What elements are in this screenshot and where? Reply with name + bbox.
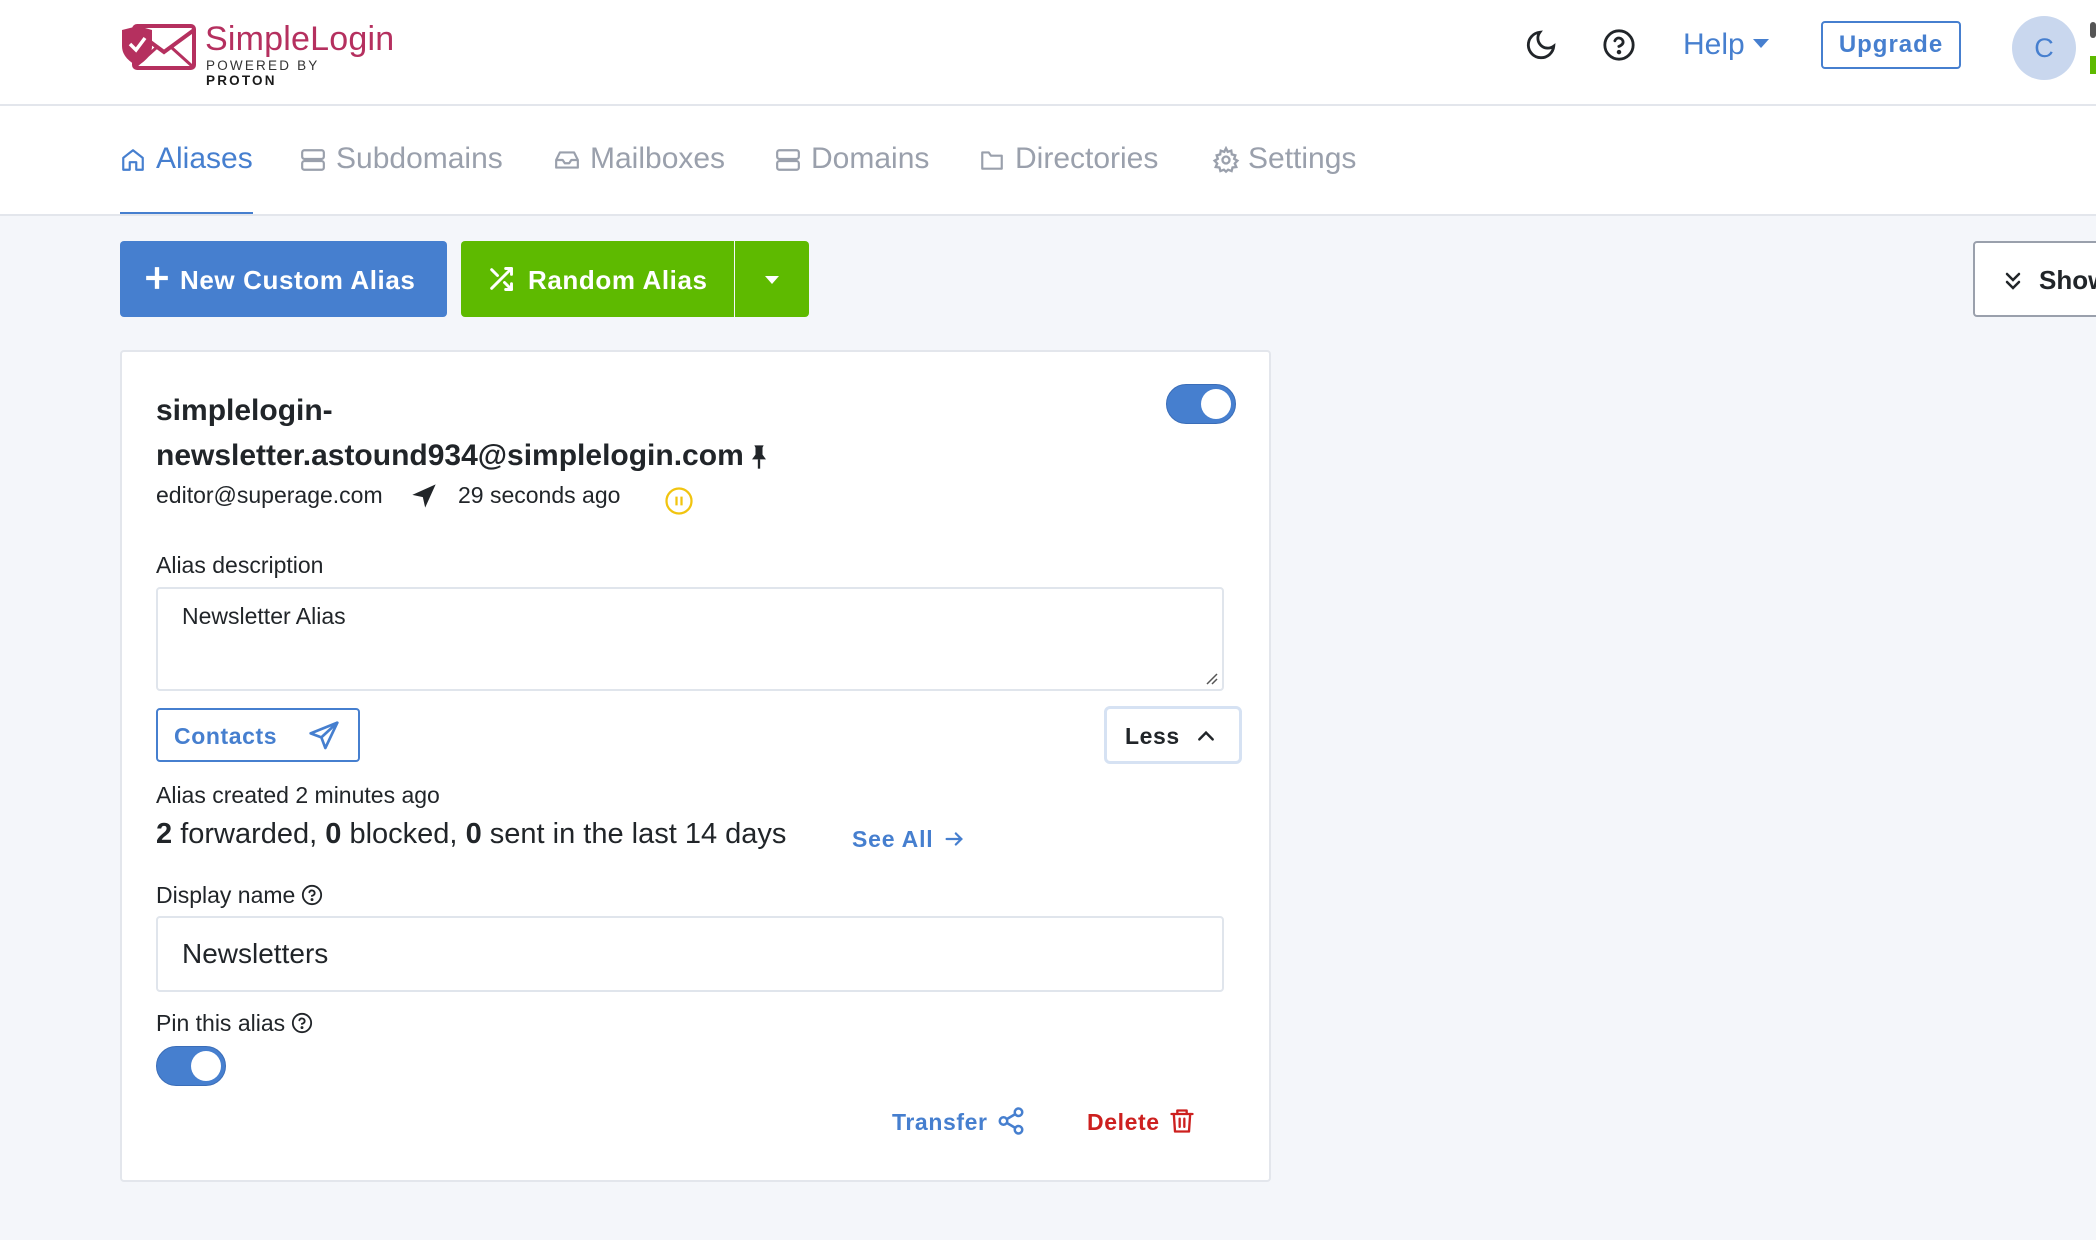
shuffle-icon xyxy=(490,267,513,291)
avatar[interactable]: C xyxy=(2012,16,2076,80)
help-dropdown[interactable]: Help xyxy=(1683,28,1769,62)
moon-icon[interactable] xyxy=(1524,28,1558,62)
brand-name: SimpleLogin xyxy=(205,20,395,58)
plus-icon xyxy=(146,267,168,289)
tab-aliases[interactable]: Aliases xyxy=(120,142,253,214)
less-button[interactable]: Less xyxy=(1104,706,1242,764)
main-tabs: Aliases Subdomains Mailboxes Domains Dir… xyxy=(0,106,2096,216)
delete-link[interactable]: Delete xyxy=(1087,1109,1196,1139)
last-activity: 29 seconds ago xyxy=(458,482,621,508)
brand-tagline: POWERED BY PROTON xyxy=(206,58,320,88)
server-icon xyxy=(301,149,325,171)
caret-down-icon xyxy=(1752,38,1769,48)
send-icon[interactable] xyxy=(410,482,438,510)
help-circle-icon[interactable] xyxy=(1602,28,1636,62)
chevron-up-icon xyxy=(1198,730,1214,741)
caret-down-icon xyxy=(765,276,779,284)
brand-logo[interactable]: SimpleLogin POWERED BY PROTON xyxy=(118,20,394,88)
pin-alias-label: Pin this alias xyxy=(156,1010,313,1037)
plan-badge-fragment xyxy=(2090,56,2096,74)
alias-card: simplelogin- newsletter.astound934@simpl… xyxy=(120,350,1271,1182)
help-circle-icon[interactable] xyxy=(291,1012,313,1034)
envelope-shield-icon xyxy=(122,24,196,70)
alias-created-text: Alias created 2 minutes ago xyxy=(156,782,440,808)
gear-icon xyxy=(1212,146,1240,174)
alias-description-label: Alias description xyxy=(156,552,324,578)
folder-icon xyxy=(981,151,1003,170)
help-circle-icon[interactable] xyxy=(301,884,323,906)
user-name-fragment xyxy=(2090,22,2096,38)
see-all-link[interactable]: See All xyxy=(852,826,965,853)
server-icon xyxy=(776,149,800,171)
chevrons-down-icon xyxy=(2005,272,2021,290)
arrow-right-icon xyxy=(945,832,964,846)
share-icon xyxy=(998,1107,1024,1135)
random-alias-options-button[interactable] xyxy=(735,241,809,317)
contacts-button[interactable]: Contacts xyxy=(156,708,360,762)
mailbox-email: editor@superage.com xyxy=(156,482,383,508)
show-filters-button[interactable]: Show xyxy=(1973,241,2096,317)
pin-alias-toggle[interactable] xyxy=(156,1046,226,1086)
transfer-link[interactable]: Transfer xyxy=(892,1107,1026,1139)
inbox-icon xyxy=(555,151,579,169)
help-label: Help xyxy=(1683,28,1745,61)
alias-description-input[interactable]: Newsletter Alias xyxy=(156,587,1224,691)
pin-icon xyxy=(751,445,766,469)
display-name-label: Display name xyxy=(156,882,323,909)
alias-enabled-toggle[interactable] xyxy=(1166,384,1236,424)
new-custom-alias-button[interactable]: New Custom Alias xyxy=(120,241,447,317)
random-alias-button[interactable]: Random Alias xyxy=(461,241,734,317)
trash-icon xyxy=(1169,1109,1194,1133)
upgrade-button[interactable]: Upgrade xyxy=(1821,21,1961,69)
pause-circle-icon xyxy=(665,487,693,515)
send-outline-icon xyxy=(309,721,339,750)
alias-email[interactable]: simplelogin- newsletter.astound934@simpl… xyxy=(156,388,856,478)
home-icon xyxy=(122,149,144,171)
resize-grip-icon[interactable] xyxy=(1204,671,1218,685)
top-navbar: SimpleLogin POWERED BY PROTON Help Upgra… xyxy=(0,0,2096,106)
alias-stats: 2 forwarded, 0 blocked, 0 sent in the la… xyxy=(156,818,787,850)
display-name-input[interactable]: Newsletters xyxy=(156,916,1224,992)
